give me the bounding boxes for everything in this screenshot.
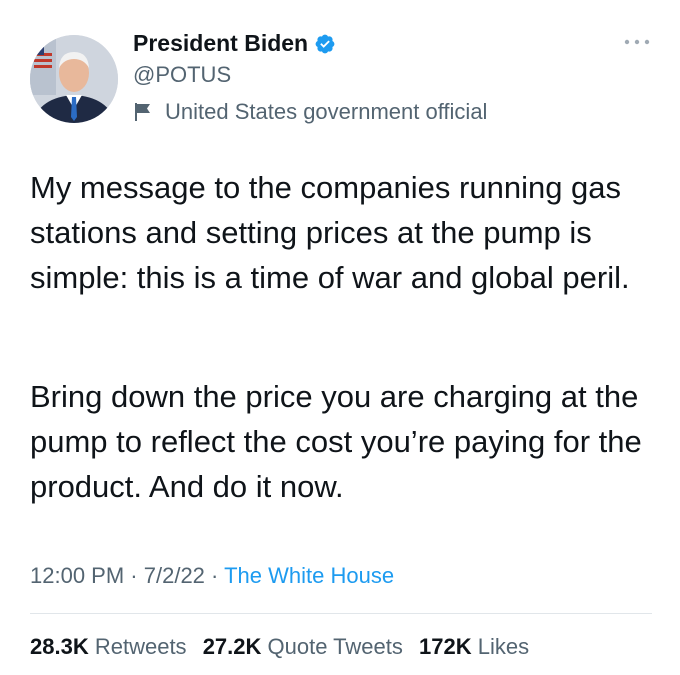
divider <box>30 613 652 614</box>
account-label-text: United States government official <box>165 99 488 124</box>
more-options-icon[interactable] <box>622 35 652 49</box>
author-name-row[interactable]: President Biden <box>133 30 336 57</box>
author-handle[interactable]: @POTUS <box>133 62 231 88</box>
meta-separator: · <box>130 563 138 588</box>
avatar[interactable] <box>30 35 118 123</box>
tweet-paragraph: Bring down the price you are charging at… <box>30 379 642 504</box>
retweets-count: 28.3K <box>30 634 89 659</box>
tweet-date[interactable]: 7/2/22 <box>144 563 205 588</box>
quote-tweets-stat[interactable]: 27.2K Quote Tweets <box>203 634 403 659</box>
retweets-label: Retweets <box>94 634 187 659</box>
retweets-stat[interactable]: 28.3K Retweets <box>30 634 187 659</box>
account-label[interactable]: United States government official <box>133 99 487 125</box>
quote-tweets-count: 27.2K <box>202 634 262 659</box>
likes-label: Likes <box>477 634 530 659</box>
tweet-meta: 12:00 PM · 7/2/22 · The White House <box>30 563 394 589</box>
likes-count: 172K <box>419 634 472 659</box>
meta-separator: · <box>211 563 219 588</box>
quote-tweets-label: Quote Tweets <box>267 634 403 659</box>
avatar-image <box>30 35 118 123</box>
verified-badge-icon <box>315 34 335 53</box>
flag-icon <box>135 103 150 121</box>
tweet-stats: 28.3K Retweets 27.2K Quote Tweets 172K L… <box>30 634 539 660</box>
tweet-paragraph: My message to the companies running gas … <box>30 170 630 295</box>
tweet-time[interactable]: 12:00 PM <box>30 563 124 588</box>
author-name[interactable]: President Biden <box>133 30 308 57</box>
likes-stat[interactable]: 172K Likes <box>419 634 529 659</box>
tweet-source[interactable]: The White House <box>224 563 394 588</box>
